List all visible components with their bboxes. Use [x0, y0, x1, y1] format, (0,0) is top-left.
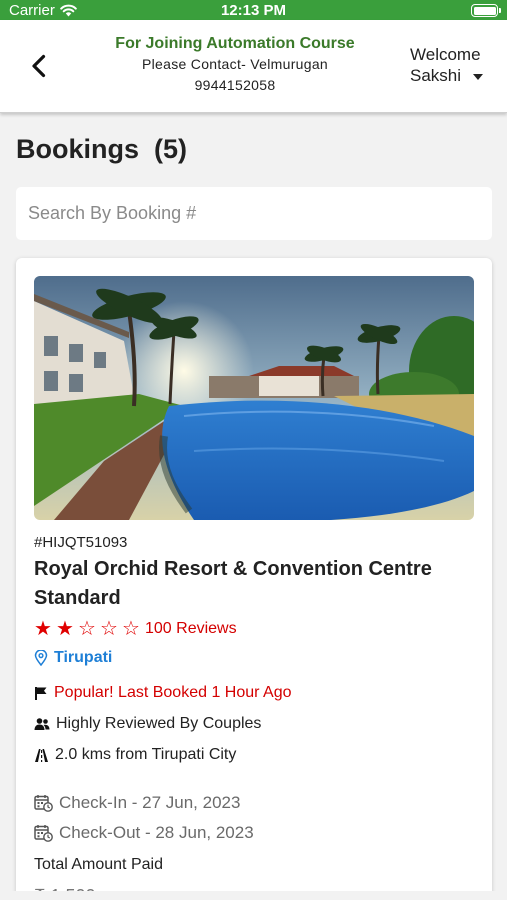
hotel-image [34, 276, 474, 520]
couples-note: Highly Reviewed By Couples [34, 715, 261, 733]
status-bar: Carrier 12:13 PM [0, 0, 507, 20]
user-name: Sakshi [410, 66, 462, 85]
search-input[interactable] [16, 187, 492, 240]
calendar-clock-icon [34, 795, 53, 812]
status-time: 12:13 PM [220, 2, 287, 19]
calendar-clock-icon [34, 825, 53, 842]
map-pin-icon [34, 650, 48, 666]
check-in-row: Check-In - 27 Jun, 2023 [34, 793, 240, 813]
location-link[interactable]: Tirupati [34, 649, 112, 667]
star-filled-icon: ★ [34, 618, 52, 640]
check-in-text: Check-In - 27 Jun, 2023 [59, 793, 241, 812]
user-menu[interactable]: Welcome Sakshi [410, 44, 484, 86]
promo-contact: Please Contact- Velmurugan [141, 56, 328, 72]
star-empty-icon: ☆ [78, 618, 96, 640]
location-name: Tirupati [54, 649, 113, 666]
distance-note: 2.0 kms from Tirupati City [34, 746, 236, 764]
welcome-label: Welcome [410, 45, 481, 64]
chevron-left-icon [32, 54, 46, 78]
booking-id: #HIJQT51093 [34, 534, 128, 551]
star-empty-icon: ☆ [122, 618, 140, 640]
back-button[interactable] [24, 48, 54, 84]
check-out-row: Check-Out - 28 Jun, 2023 [34, 823, 254, 843]
check-out-text: Check-Out - 28 Jun, 2023 [59, 823, 254, 842]
booking-card[interactable]: #HIJQT51093 Royal Orchid Resort & Conven… [16, 258, 492, 900]
promo-phone: 9944152058 [194, 77, 276, 93]
popular-note: Popular! Last Booked 1 Hour Ago [34, 684, 292, 702]
page-title: Bookings (5) [16, 134, 188, 164]
couples-note-text: Highly Reviewed By Couples [56, 715, 262, 732]
star-filled-icon: ★ [56, 618, 74, 640]
battery-icon [471, 4, 501, 17]
promo-title: For Joining Automation Course [115, 35, 355, 52]
caret-down-icon [473, 73, 484, 80]
users-icon [34, 718, 50, 730]
hotel-name: Royal Orchid Resort & Convention Centre … [34, 558, 432, 609]
popular-note-text: Popular! Last Booked 1 Hour Ago [54, 684, 292, 701]
total-amount-label: Total Amount Paid [34, 856, 163, 873]
distance-note-text: 2.0 kms from Tirupati City [55, 746, 237, 763]
rating-row: ★ ★ ☆ ☆ ☆ 100 Reviews [34, 618, 237, 640]
reviews-count: 100 Reviews [145, 620, 237, 637]
star-empty-icon: ☆ [100, 618, 118, 640]
screen-bottom-edge [0, 891, 507, 900]
promo-banner: For Joining Automation Course Please Con… [90, 34, 380, 96]
road-icon [35, 748, 48, 762]
flag-icon [35, 686, 47, 700]
app-header: For Joining Automation Course Please Con… [0, 20, 507, 113]
